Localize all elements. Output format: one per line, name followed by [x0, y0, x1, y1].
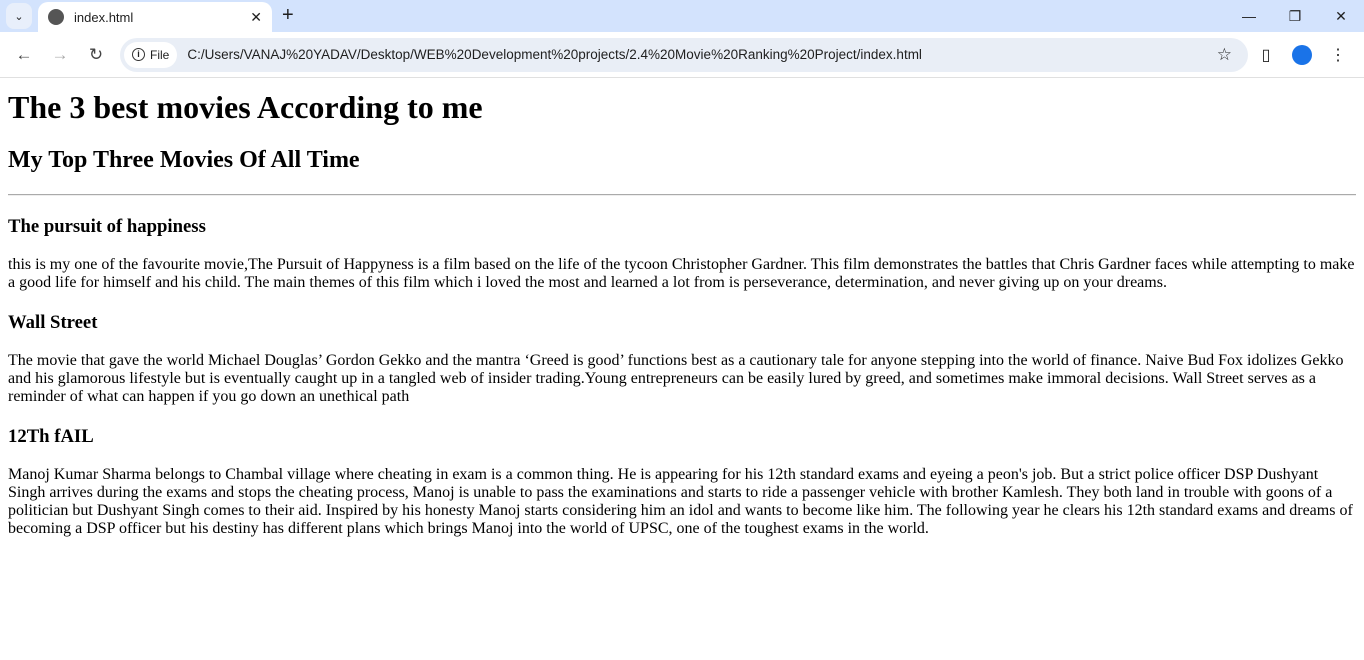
info-icon: i [132, 48, 145, 61]
tab-active[interactable]: index.html ✕ [38, 2, 272, 32]
new-tab-plus-icon[interactable]: + [282, 4, 294, 27]
movie-description: this is my one of the favourite movie,Th… [8, 256, 1355, 291]
toolbar: ← → ↻ i File C:/Users/VANAJ%20YADAV/Deskt… [0, 32, 1364, 78]
tab-title: index.html [74, 9, 134, 25]
page-content: The 3 best movies According to me My Top… [0, 89, 1364, 538]
movie-title: The pursuit of happiness [8, 216, 206, 237]
page-subtitle: My Top Three Movies Of All Time [8, 147, 360, 173]
divider [8, 194, 1356, 196]
globe-icon [48, 9, 64, 25]
window-close-icon[interactable]: ✕ [1318, 0, 1364, 32]
movie-description: Manoj Kumar Sharma belongs to Chambal vi… [8, 466, 1353, 537]
tab-search-chevron-down-icon[interactable]: ⌄ [6, 3, 32, 29]
side-panel-icon[interactable]: ▯ [1248, 45, 1284, 65]
bookmark-star-icon[interactable]: ☆ [1217, 45, 1232, 65]
address-bar[interactable]: i File C:/Users/VANAJ%20YADAV/Desktop/WEB… [120, 37, 1248, 72]
forward-arrow-icon[interactable]: → [44, 39, 76, 71]
url-text[interactable]: C:/Users/VANAJ%20YADAV/Desktop/WEB%20Dev… [187, 47, 1204, 62]
movie-description: The movie that gave the world Michael Do… [8, 352, 1344, 405]
back-arrow-icon[interactable]: ← [8, 39, 40, 71]
movie-title: 12Th fAIL [8, 426, 94, 447]
menu-kebab-icon[interactable]: ⋮ [1320, 45, 1356, 65]
file-label: File [150, 47, 170, 62]
browser-chrome: ⌄ index.html ✕ + — ❐ ✕ ← → ↻ i File C:/Us… [0, 0, 1364, 78]
close-tab-icon[interactable]: ✕ [250, 9, 262, 26]
restore-icon[interactable]: ❐ [1272, 0, 1318, 32]
profile-avatar[interactable] [1292, 44, 1312, 65]
minimize-icon[interactable]: — [1226, 0, 1272, 32]
movie-title: Wall Street [8, 312, 98, 333]
page-title: The 3 best movies According to me [8, 89, 483, 125]
tab-bar: ⌄ index.html ✕ + — ❐ ✕ [0, 0, 1364, 32]
reload-icon[interactable]: ↻ [80, 39, 112, 71]
site-info-button[interactable]: i File [124, 41, 178, 68]
